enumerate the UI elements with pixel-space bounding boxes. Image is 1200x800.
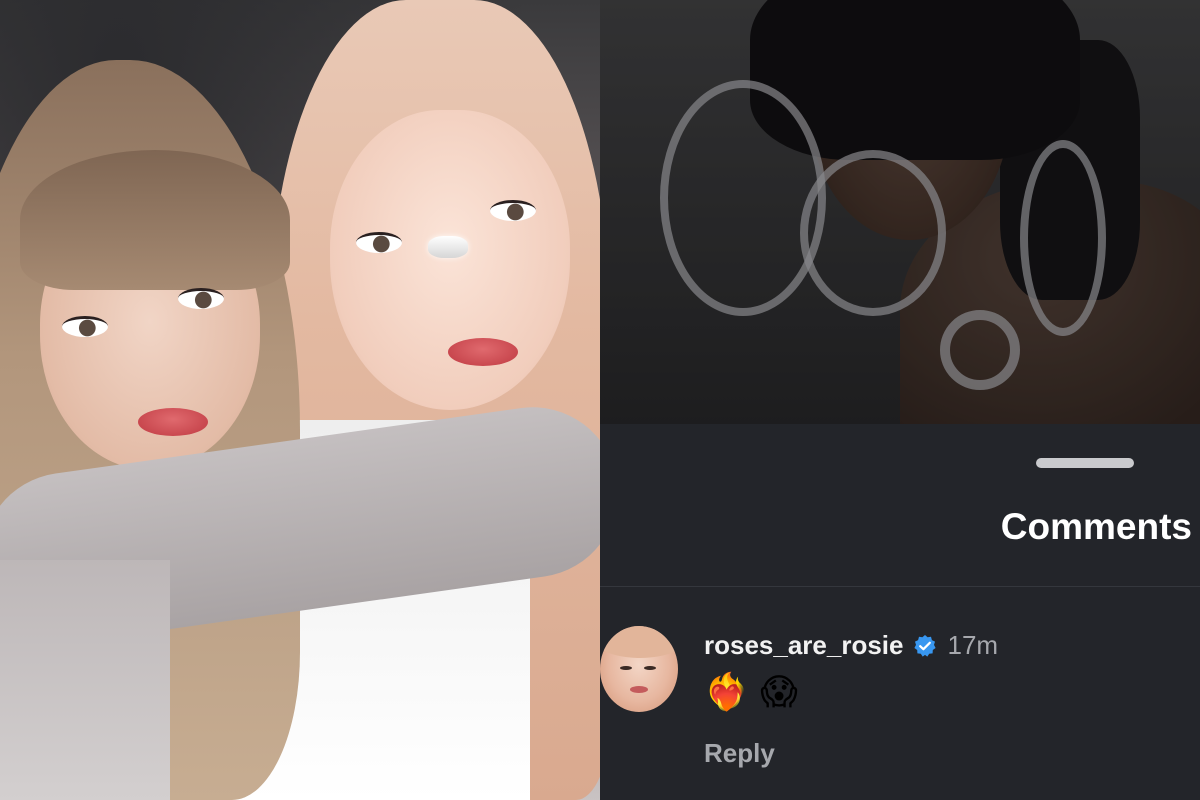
- comments-sheet: Comments roses_are_rosie: [600, 424, 1200, 800]
- drag-handle[interactable]: [1036, 458, 1134, 468]
- comment-text: ❤️‍🔥 😱: [704, 672, 798, 713]
- right-person-left-eye: [356, 232, 402, 253]
- comment-timestamp: 17m: [947, 630, 999, 660]
- reply-button[interactable]: Reply: [704, 738, 775, 769]
- divider: [600, 586, 1200, 587]
- right-person-right-eye: [490, 200, 536, 221]
- avatar[interactable]: [600, 626, 678, 712]
- right-face: [330, 110, 570, 410]
- comments-title: Comments: [1000, 506, 1192, 547]
- collage: Comments roses_are_rosie: [0, 0, 1200, 800]
- comment-username[interactable]: roses_are_rosie: [704, 630, 903, 661]
- verified-badge-icon: [913, 634, 937, 658]
- comment-header: roses_are_rosie 17m: [704, 630, 998, 661]
- app-screenshot: Comments roses_are_rosie: [600, 0, 1200, 800]
- right-person-lips: [448, 338, 518, 366]
- bangs: [20, 150, 290, 290]
- left-person-left-eye: [62, 316, 108, 337]
- post-photo[interactable]: [600, 0, 1200, 424]
- left-person-lips: [138, 408, 208, 436]
- avatar-eye: [620, 666, 632, 670]
- photo-dim-overlay: [600, 0, 1200, 424]
- avatar-hair: [600, 626, 678, 658]
- avatar-eye: [644, 666, 656, 670]
- nose-jewel: [428, 236, 468, 258]
- avatar-lips: [630, 686, 648, 693]
- left-sleeve: [0, 560, 170, 800]
- comment-item: roses_are_rosie 17m ❤️‍🔥 😱 Reply: [600, 622, 1200, 782]
- left-person-right-eye: [178, 288, 224, 309]
- left-photo: [0, 0, 600, 800]
